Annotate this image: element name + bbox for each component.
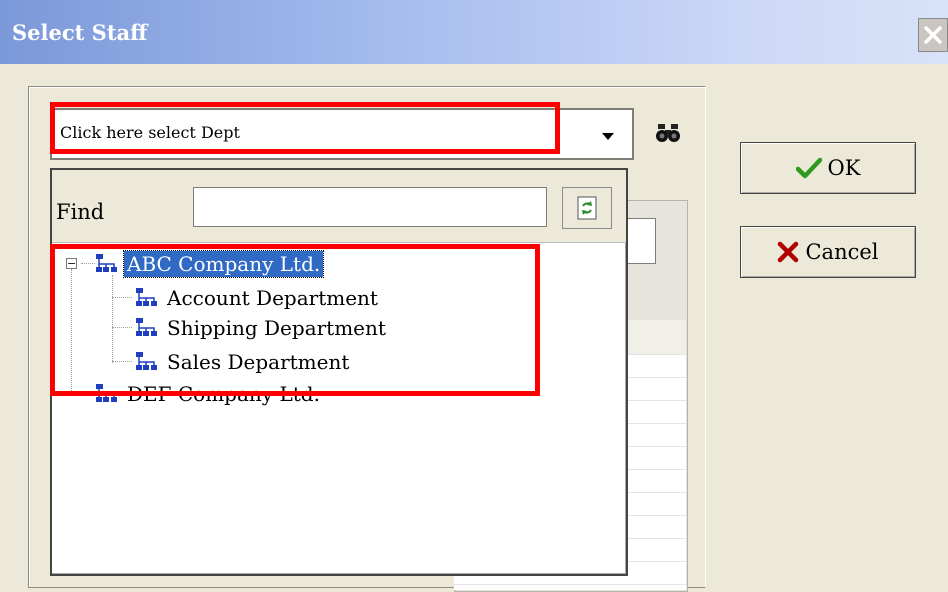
department-select-value: Click here select Dept: [60, 123, 240, 142]
ok-button-label: OK: [827, 156, 861, 180]
collapse-toggle[interactable]: −: [66, 258, 77, 269]
binoculars-icon: [656, 124, 680, 142]
cancel-button[interactable]: Cancel: [740, 226, 916, 278]
tree-connector: [71, 393, 93, 394]
tree-node-label: Shipping Department: [167, 316, 386, 340]
tree-node-label: Sales Department: [167, 350, 350, 374]
tree-connector: [71, 269, 72, 393]
tree-node-label: ABC Company Ltd.: [122, 250, 325, 278]
tree-connector: [112, 297, 132, 298]
close-button[interactable]: [918, 18, 948, 52]
department-select[interactable]: Click here select Dept: [50, 108, 634, 160]
refresh-button[interactable]: [562, 187, 612, 229]
x-icon: [778, 241, 799, 263]
ok-button[interactable]: OK: [740, 142, 916, 194]
tree-connector: [112, 361, 132, 362]
tree-node-def[interactable]: DEF Company Ltd.: [94, 380, 323, 408]
tree-node-sales[interactable]: Sales Department: [134, 348, 352, 376]
title-bar: Select Staff: [0, 0, 948, 64]
window-title: Select Staff: [12, 20, 148, 45]
org-tree-icon: [96, 254, 117, 272]
find-input[interactable]: [193, 187, 547, 227]
tree-node-root[interactable]: ABC Company Ltd.: [94, 250, 325, 278]
tree-node-label: Account Department: [167, 286, 378, 310]
org-tree-icon: [136, 352, 157, 370]
refresh-icon: [577, 196, 597, 220]
cancel-button-label: Cancel: [805, 240, 879, 264]
tree-connector: [81, 263, 95, 264]
close-icon: [924, 26, 942, 44]
tree-connector: [112, 275, 113, 363]
tree-node-account[interactable]: Account Department: [134, 284, 381, 312]
checkmark-icon: [795, 157, 822, 179]
search-staff-button[interactable]: [640, 108, 696, 158]
find-label: Find: [56, 200, 105, 224]
department-dropdown-button[interactable]: [594, 118, 622, 156]
tree-node-shipping[interactable]: Shipping Department: [134, 314, 389, 342]
org-tree-icon: [136, 288, 157, 306]
tree-node-label: DEF Company Ltd.: [127, 382, 320, 406]
tree-connector: [112, 327, 132, 328]
org-tree-icon: [96, 384, 117, 402]
org-tree-icon: [136, 318, 157, 336]
dropdown-arrow-icon: [602, 133, 614, 140]
